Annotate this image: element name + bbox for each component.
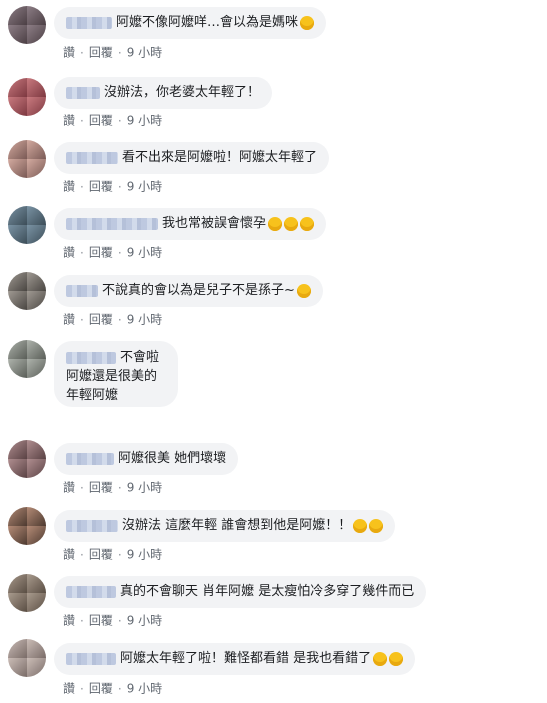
like-link[interactable]: 讚 [63, 114, 75, 128]
reply-link[interactable]: 回覆 [89, 246, 113, 260]
avatar[interactable] [8, 140, 46, 178]
comment-actions: 讚 · 回覆 · 9 小時 [63, 113, 163, 128]
reply-link[interactable]: 回覆 [89, 114, 113, 128]
avatar[interactable] [8, 6, 46, 44]
comment-bubble: 阿嬤很美 她們壞壞 [54, 443, 239, 475]
like-link[interactable]: 讚 [63, 481, 75, 495]
commenter-name-blurred[interactable] [66, 151, 118, 164]
comment-text: 看不出來是阿嬤啦！阿嬤太年輕了 [122, 150, 318, 165]
commenter-name-blurred[interactable] [66, 351, 116, 364]
comment-bubble: 看不出來是阿嬤啦！阿嬤太年輕了 [54, 142, 330, 174]
joy-emoji-icon [268, 216, 283, 231]
timestamp[interactable]: 9 小時 [127, 481, 162, 495]
timestamp[interactable]: 9 小時 [127, 246, 162, 260]
laughing-emoji-icon [389, 651, 404, 666]
comment-actions: 讚 · 回覆 · 9 小時 [63, 45, 163, 60]
timestamp[interactable]: 9 小時 [127, 180, 162, 194]
comment-text: 不說真的會以為是兒子不是孫子~ [102, 283, 295, 298]
commenter-name-blurred[interactable] [66, 519, 118, 532]
smile-emoji-icon [296, 283, 311, 298]
commenter-name-blurred[interactable] [66, 284, 98, 297]
comment-bubble: 阿嬤太年輕了啦！難怪都看錯 是我也看錯了 [54, 643, 416, 675]
avatar[interactable] [8, 78, 46, 116]
comment-bubble: 真的不會聊天 肖年阿嬤 是太瘦怕冷多穿了幾件而已 [54, 576, 427, 608]
avatar[interactable] [8, 272, 46, 310]
avatar[interactable] [8, 639, 46, 677]
timestamp[interactable]: 9 小時 [127, 114, 162, 128]
joy-emoji-icon [300, 216, 315, 231]
laughing-emoji-icon [369, 518, 384, 533]
commenter-name-blurred[interactable] [66, 452, 114, 465]
comment-text: 我也常被誤會懷孕 [162, 216, 267, 231]
commenter-name-blurred[interactable] [66, 16, 112, 29]
comment-text: 阿嬤太年輕了啦！難怪都看錯 是我也看錯了 [120, 651, 372, 666]
reply-link[interactable]: 回覆 [89, 180, 113, 194]
comment-text-line: 年輕阿嬤 [66, 388, 119, 403]
like-link[interactable]: 讚 [63, 180, 75, 194]
comment-actions: 讚 · 回覆 · 9 小時 [63, 245, 163, 260]
avatar[interactable] [8, 340, 46, 378]
comment-bubble: 不會啦 阿嬤還是很美的 年輕阿嬤 [54, 341, 178, 407]
timestamp[interactable]: 9 小時 [127, 548, 162, 562]
commenter-name-blurred[interactable] [66, 652, 116, 665]
avatar[interactable] [8, 440, 46, 478]
comment-text-line: 阿嬤還是很美的 [66, 369, 158, 384]
reply-link[interactable]: 回覆 [89, 313, 113, 327]
comment-text: 阿嬤很美 她們壞壞 [118, 451, 227, 466]
joy-emoji-icon [284, 216, 299, 231]
like-link[interactable]: 讚 [63, 246, 75, 260]
avatar[interactable] [8, 574, 46, 612]
like-link[interactable]: 讚 [63, 614, 75, 628]
comment-actions: 讚 · 回覆 · 9 小時 [63, 547, 163, 562]
timestamp[interactable]: 9 小時 [127, 313, 162, 327]
comment-actions: 讚 · 回覆 · 9 小時 [63, 613, 163, 628]
reply-link[interactable]: 回覆 [89, 548, 113, 562]
laughing-emoji-icon [373, 651, 388, 666]
reply-link[interactable]: 回覆 [89, 682, 113, 696]
comment-actions: 讚 · 回覆 · 9 小時 [63, 480, 163, 495]
comment-bubble: 沒辦法，你老婆太年輕了！ [54, 77, 273, 109]
reply-link[interactable]: 回覆 [89, 481, 113, 495]
rofl-emoji-icon [300, 15, 315, 30]
reply-link[interactable]: 回覆 [89, 46, 113, 60]
comment-text: 真的不會聊天 肖年阿嬤 是太瘦怕冷多穿了幾件而已 [120, 584, 415, 599]
comment-bubble: 阿嬤不像阿嬤咩…會以為是媽咪 [54, 7, 327, 39]
avatar[interactable] [8, 206, 46, 244]
comment-text: 沒辦法 這麼年輕 誰會想到他是阿嬤！！ [122, 518, 352, 533]
comment-actions: 讚 · 回覆 · 9 小時 [63, 179, 163, 194]
reply-link[interactable]: 回覆 [89, 614, 113, 628]
comment-text: 阿嬤不像阿嬤咩…會以為是媽咪 [116, 15, 299, 30]
comment-text-line: 不會啦 [120, 350, 160, 365]
commenter-name-blurred[interactable] [66, 86, 100, 99]
like-link[interactable]: 讚 [63, 46, 75, 60]
like-link[interactable]: 讚 [63, 682, 75, 696]
comment-bubble: 不說真的會以為是兒子不是孫子~ [54, 275, 323, 307]
comment-actions: 讚 · 回覆 · 9 小時 [63, 312, 163, 327]
commenter-name-blurred[interactable] [66, 217, 158, 230]
comment-text: 沒辦法，你老婆太年輕了！ [104, 85, 261, 100]
timestamp[interactable]: 9 小時 [127, 682, 162, 696]
timestamp[interactable]: 9 小時 [127, 46, 162, 60]
like-link[interactable]: 讚 [63, 313, 75, 327]
comment-bubble: 我也常被誤會懷孕 [54, 208, 327, 240]
comment-bubble: 沒辦法 這麼年輕 誰會想到他是阿嬤！！ [54, 510, 396, 542]
commenter-name-blurred[interactable] [66, 585, 116, 598]
avatar[interactable] [8, 507, 46, 545]
laughing-emoji-icon [353, 518, 368, 533]
timestamp[interactable]: 9 小時 [127, 614, 162, 628]
comment-actions: 讚 · 回覆 · 9 小時 [63, 681, 163, 696]
like-link[interactable]: 讚 [63, 548, 75, 562]
